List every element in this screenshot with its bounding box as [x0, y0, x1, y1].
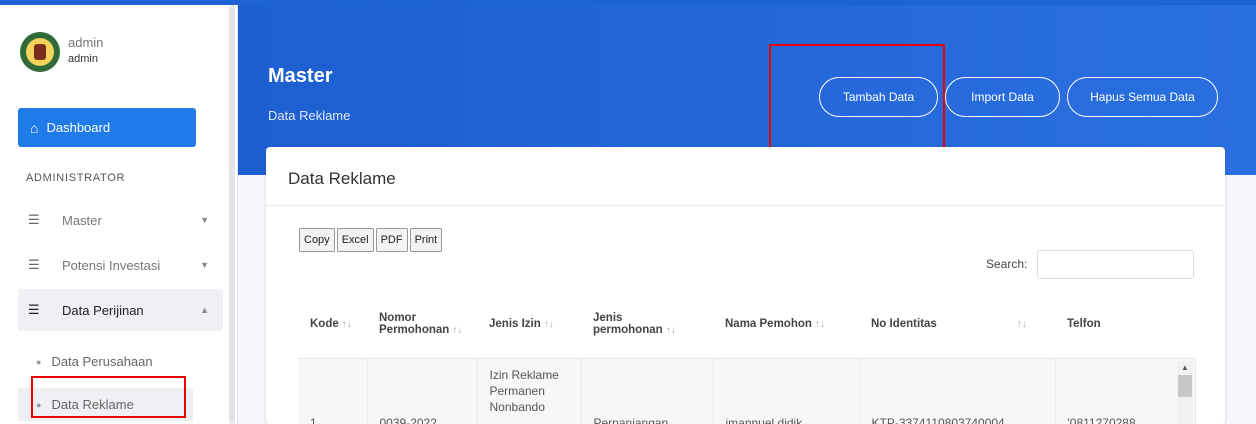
- excel-button[interactable]: Excel: [336, 228, 374, 252]
- card-divider: [266, 205, 1225, 206]
- sidebar-item-data-perijinan[interactable]: ☰ Data Perijinan ▲: [18, 289, 223, 331]
- sidebar-item-label: Master: [62, 212, 102, 228]
- cell-nama-pemohon: imannuel didik: [713, 358, 860, 424]
- sidebar-section-label: ADMINISTRATOR: [26, 172, 126, 184]
- sort-icon: ↑↓: [814, 318, 825, 330]
- layers-icon: ☰: [28, 257, 40, 272]
- scroll-thumb[interactable]: [1178, 375, 1192, 397]
- sort-icon: ↑↓: [341, 318, 352, 330]
- column-header-kode[interactable]: Kode ↑↓: [298, 290, 367, 359]
- cell-nomor-permohonan: 0039-2022: [367, 358, 478, 424]
- layers-icon: ☰: [28, 302, 40, 317]
- user-name: admin: [68, 35, 104, 50]
- highlight-box-header: [769, 44, 945, 155]
- sort-icon: ↑↓: [665, 324, 676, 336]
- sort-icon: ↑↓: [452, 324, 463, 336]
- data-table: Kode ↑↓ Nomor Permohonan ↑↓ Jenis Izin ↑↓ J…: [298, 290, 1196, 424]
- sort-icon: ↑↓: [543, 318, 554, 330]
- cell-kode: 1: [298, 358, 368, 424]
- chevron-up-icon: ▲: [200, 305, 209, 315]
- dashboard-label: Dashboard: [46, 120, 111, 135]
- search-label: Search:: [986, 257, 1028, 271]
- delete-all-data-button[interactable]: Hapus Semua Data: [1067, 77, 1218, 117]
- column-header-jenis-izin[interactable]: Jenis Izin ↑↓: [477, 290, 581, 359]
- search-input[interactable]: [1037, 250, 1194, 279]
- sidebar-item-label: Data Perijinan: [62, 302, 144, 318]
- layers-icon: ☰: [28, 212, 40, 227]
- highlight-box-sidebar: [31, 376, 186, 418]
- table-row[interactable]: 1 0039-2022 Izin Reklame Permanen Nonban…: [298, 358, 1196, 424]
- column-header-telfon[interactable]: Telfon: [1055, 290, 1195, 359]
- page-title: Master: [268, 65, 333, 87]
- data-card: Data Reklame Copy Excel PDF Print Search…: [266, 147, 1225, 424]
- cell-telfon: '0811270288: [1055, 358, 1196, 424]
- column-header-jenis-permohonan[interactable]: Jenis permohonan ↑↓: [581, 290, 713, 359]
- sort-icon: ↑↓: [1016, 318, 1027, 330]
- card-title: Data Reklame: [288, 169, 396, 188]
- sidebar-subitem-data-perusahaan[interactable]: ● Data Perusahaan: [18, 345, 193, 378]
- sidebar-subitem-label: Data Perusahaan: [51, 354, 153, 369]
- chevron-down-icon: ▼: [200, 215, 209, 225]
- home-icon: ⌂: [30, 119, 39, 136]
- sidebar-item-dashboard[interactable]: ⌂ Dashboard: [18, 108, 196, 147]
- cell-jenis-permohonan: Perpanjangan: [581, 358, 714, 424]
- cell-no-identitas: KTP-3374110803740004: [859, 358, 1056, 424]
- copy-button[interactable]: Copy: [299, 228, 335, 252]
- bullet-icon: ●: [36, 356, 42, 367]
- sidebar-scrollbar[interactable]: [229, 5, 235, 424]
- page-subtitle: Data Reklame: [268, 108, 351, 123]
- scroll-up-icon[interactable]: ▲: [1177, 363, 1193, 372]
- import-data-button[interactable]: Import Data: [945, 77, 1060, 117]
- table-scrollbar[interactable]: ▲: [1177, 361, 1193, 424]
- print-button[interactable]: Print: [409, 228, 443, 252]
- sidebar-item-label: Potensi Investasi: [62, 257, 161, 273]
- user-role: admin: [68, 53, 98, 65]
- chevron-down-icon: ▼: [200, 260, 209, 270]
- sidebar-item-potensi-investasi[interactable]: ☰ Potensi Investasi ▼: [18, 244, 223, 286]
- user-panel: admin admin: [20, 32, 103, 72]
- column-header-no-identitas[interactable]: No Identitas ↑↓: [859, 290, 1055, 359]
- avatar: [20, 32, 60, 72]
- sidebar-item-master[interactable]: ☰ Master ▼: [18, 199, 223, 241]
- export-buttons: Copy Excel PDF Print: [299, 228, 444, 252]
- cell-jenis-izin: Izin Reklame Permanen Nonbando: [477, 358, 582, 424]
- column-header-nama-pemohon[interactable]: Nama Pemohon ↑↓: [713, 290, 859, 359]
- column-header-nomor-permohonan[interactable]: Nomor Permohonan ↑↓: [367, 290, 477, 359]
- pdf-button[interactable]: PDF: [375, 228, 408, 252]
